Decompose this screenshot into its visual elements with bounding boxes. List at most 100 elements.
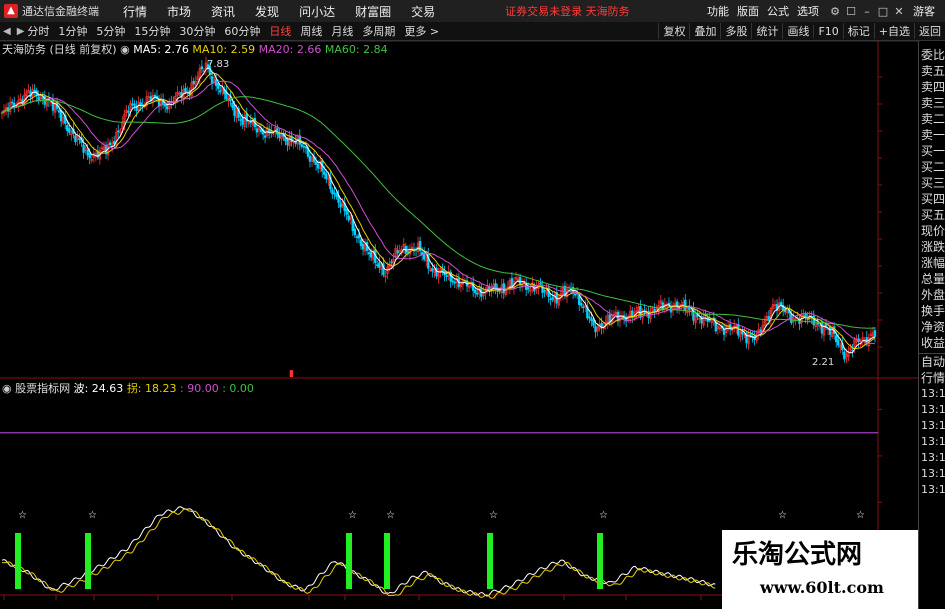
candle-body (131, 103, 134, 106)
quote-field-label: 换手 (921, 304, 945, 318)
ma5-line (1, 67, 876, 354)
candle-body (133, 103, 136, 106)
candle-body (37, 96, 40, 101)
candle-body (231, 102, 234, 108)
candle-body (376, 264, 379, 267)
candle-body (759, 329, 762, 332)
candle-body (684, 299, 687, 311)
quote-field-label: 收益 (921, 336, 945, 350)
candle-body (210, 76, 214, 84)
watermark-url: www.60lt.com (760, 578, 884, 597)
candle-body (445, 275, 448, 277)
candle-body (496, 290, 499, 292)
candle-body (390, 261, 393, 263)
candle-body (367, 252, 371, 255)
candle-body (667, 302, 671, 305)
auto-tab[interactable]: 自动 (919, 354, 945, 370)
buy-signal-bar (597, 533, 603, 589)
candle-body (339, 203, 342, 208)
candle-body (233, 105, 236, 116)
signal-star: ☆ (88, 510, 97, 521)
ma60-line (1, 96, 876, 329)
tick-time: 13:13 (921, 467, 945, 480)
buy-signal-bar (487, 533, 493, 589)
candle-body (692, 307, 695, 321)
candle-body (835, 335, 838, 343)
candle-body (66, 125, 69, 131)
candle-body (10, 101, 14, 104)
candle-body (184, 87, 187, 93)
quote-field-label: 卖一 (921, 128, 945, 142)
candle-body (347, 215, 350, 221)
candle-body (127, 111, 130, 113)
candle-body (608, 314, 612, 323)
candle-body (192, 80, 195, 85)
candle-body (357, 234, 361, 239)
candle-body (573, 293, 577, 296)
quote-tab[interactable]: 行情 (919, 370, 945, 386)
candle-body (804, 313, 807, 318)
candle-body (353, 228, 357, 236)
candle-body (369, 251, 373, 258)
candle-body (300, 144, 304, 147)
candle-body (873, 330, 877, 337)
candle-body (779, 302, 783, 306)
quote-field-label: 卖三 (921, 96, 945, 110)
candle-body (453, 281, 456, 284)
tick-time: 13:11 (921, 403, 945, 416)
quote-field-label: 买二 (921, 160, 945, 174)
signal-star: ☆ (386, 510, 395, 521)
candle-body (361, 243, 365, 250)
quote-field-label: 外盘 (921, 288, 945, 302)
candle-body (308, 155, 312, 162)
candle-body (325, 173, 328, 180)
quote-panel: 委比 卖五 卖四 卖三 卖二 卖一 买一 买二 买三 买四 买五 现价 涨跌 涨幅 总量 外盘 换手 净资 收益 自动… (918, 41, 945, 609)
signal-star: ☆ (348, 510, 357, 521)
quote-field-label: 买一 (921, 144, 945, 158)
candle-body (355, 236, 359, 238)
candle-body (323, 171, 326, 175)
candle-body (451, 280, 454, 283)
quote-field-label: 买三 (921, 176, 945, 190)
watermark-name: 乐淘公式网 (732, 540, 863, 570)
candle-body (580, 302, 583, 306)
candle-body (88, 152, 91, 159)
candle-body (476, 293, 479, 295)
candle-body (539, 282, 542, 285)
candle-body (78, 138, 81, 141)
candle-body (153, 94, 157, 97)
candle-body (239, 119, 242, 121)
candle-body (441, 269, 444, 272)
candle-body (74, 135, 77, 143)
candle-body (68, 128, 71, 133)
candle-body (510, 278, 514, 287)
high-price-label: 7.83 (207, 59, 230, 70)
candle-body (378, 262, 381, 268)
candle-body (551, 297, 554, 300)
candle-body (527, 287, 530, 290)
quote-field-label: 委比 (921, 48, 945, 62)
wave-line (1, 506, 716, 597)
candle-body (259, 129, 263, 132)
candle-body (582, 306, 585, 309)
quote-field-label: 涨幅 (921, 256, 945, 270)
candle-body (163, 103, 167, 107)
candle-body (302, 145, 306, 148)
candle-body (200, 66, 204, 70)
kline-chart[interactable]: ▮ ☆ ☆ ☆ ☆ ☆ ☆ ☆ ☆ (0, 0, 945, 609)
quote-field-label: 净资 (921, 320, 945, 334)
candle-body (335, 193, 338, 197)
candle-body (722, 329, 726, 335)
candle-body (359, 239, 363, 247)
tick-time: 13:12 (921, 419, 945, 432)
candle-body (588, 316, 591, 319)
signal-star: ☆ (489, 510, 498, 521)
candle-body (749, 333, 752, 337)
quote-field-label: 卖二 (921, 112, 945, 126)
candle-body (331, 189, 334, 195)
candle-body (166, 106, 169, 110)
quote-field-label: 卖五 (921, 64, 945, 78)
candle-body (214, 79, 218, 86)
candle-body (314, 161, 318, 165)
candle-body (117, 130, 120, 133)
